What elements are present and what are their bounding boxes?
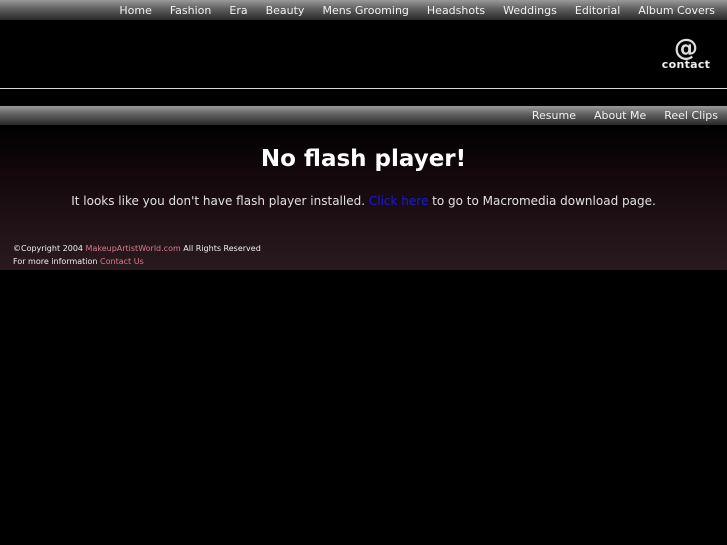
nav-era[interactable]: Era xyxy=(229,4,247,17)
site-link[interactable]: MakeupArtistWorld.com xyxy=(86,244,181,253)
nav-headshots[interactable]: Headshots xyxy=(427,4,485,17)
nav-album-covers[interactable]: Album Covers xyxy=(638,4,715,17)
nav-reel-clips[interactable]: Reel Clips xyxy=(664,109,718,122)
nav-editorial[interactable]: Editorial xyxy=(575,4,620,17)
divider xyxy=(0,88,727,89)
info-line: For more information Contact Us xyxy=(13,255,261,268)
footer: ©Copyright 2004 MakeupArtistWorld.com Al… xyxy=(13,242,261,268)
nav-mens-grooming[interactable]: Mens Grooming xyxy=(322,4,408,17)
copyright-line: ©Copyright 2004 MakeupArtistWorld.com Al… xyxy=(13,242,261,255)
sub-nav: Resume About Me Reel Clips xyxy=(0,106,727,125)
main-content: No flash player! It looks like you don't… xyxy=(0,125,727,270)
flash-message: It looks like you don't have flash playe… xyxy=(0,194,727,208)
nav-beauty[interactable]: Beauty xyxy=(266,4,305,17)
at-symbol: @ xyxy=(674,34,698,62)
nav-weddings[interactable]: Weddings xyxy=(503,4,557,17)
info-prefix: For more information xyxy=(13,257,98,266)
contact-at-icon[interactable]: @ contact xyxy=(655,34,717,73)
message-prefix: It looks like you don't have flash playe… xyxy=(71,194,366,208)
copyright-suffix: All Rights Reserved xyxy=(183,244,261,253)
nav-about-me[interactable]: About Me xyxy=(594,109,646,122)
contact-label: contact xyxy=(661,58,711,71)
nav-resume[interactable]: Resume xyxy=(532,109,576,122)
copyright-prefix: ©Copyright 2004 xyxy=(13,244,83,253)
top-nav: Home Fashion Era Beauty Mens Grooming He… xyxy=(0,0,727,20)
nav-home[interactable]: Home xyxy=(119,4,151,17)
message-suffix: to go to Macromedia download page. xyxy=(432,194,656,208)
page-title: No flash player! xyxy=(260,146,467,172)
download-link[interactable]: Click here xyxy=(369,194,428,208)
header-banner: @ contact xyxy=(0,20,727,88)
contact-us-link[interactable]: Contact Us xyxy=(100,257,144,266)
nav-fashion[interactable]: Fashion xyxy=(170,4,212,17)
